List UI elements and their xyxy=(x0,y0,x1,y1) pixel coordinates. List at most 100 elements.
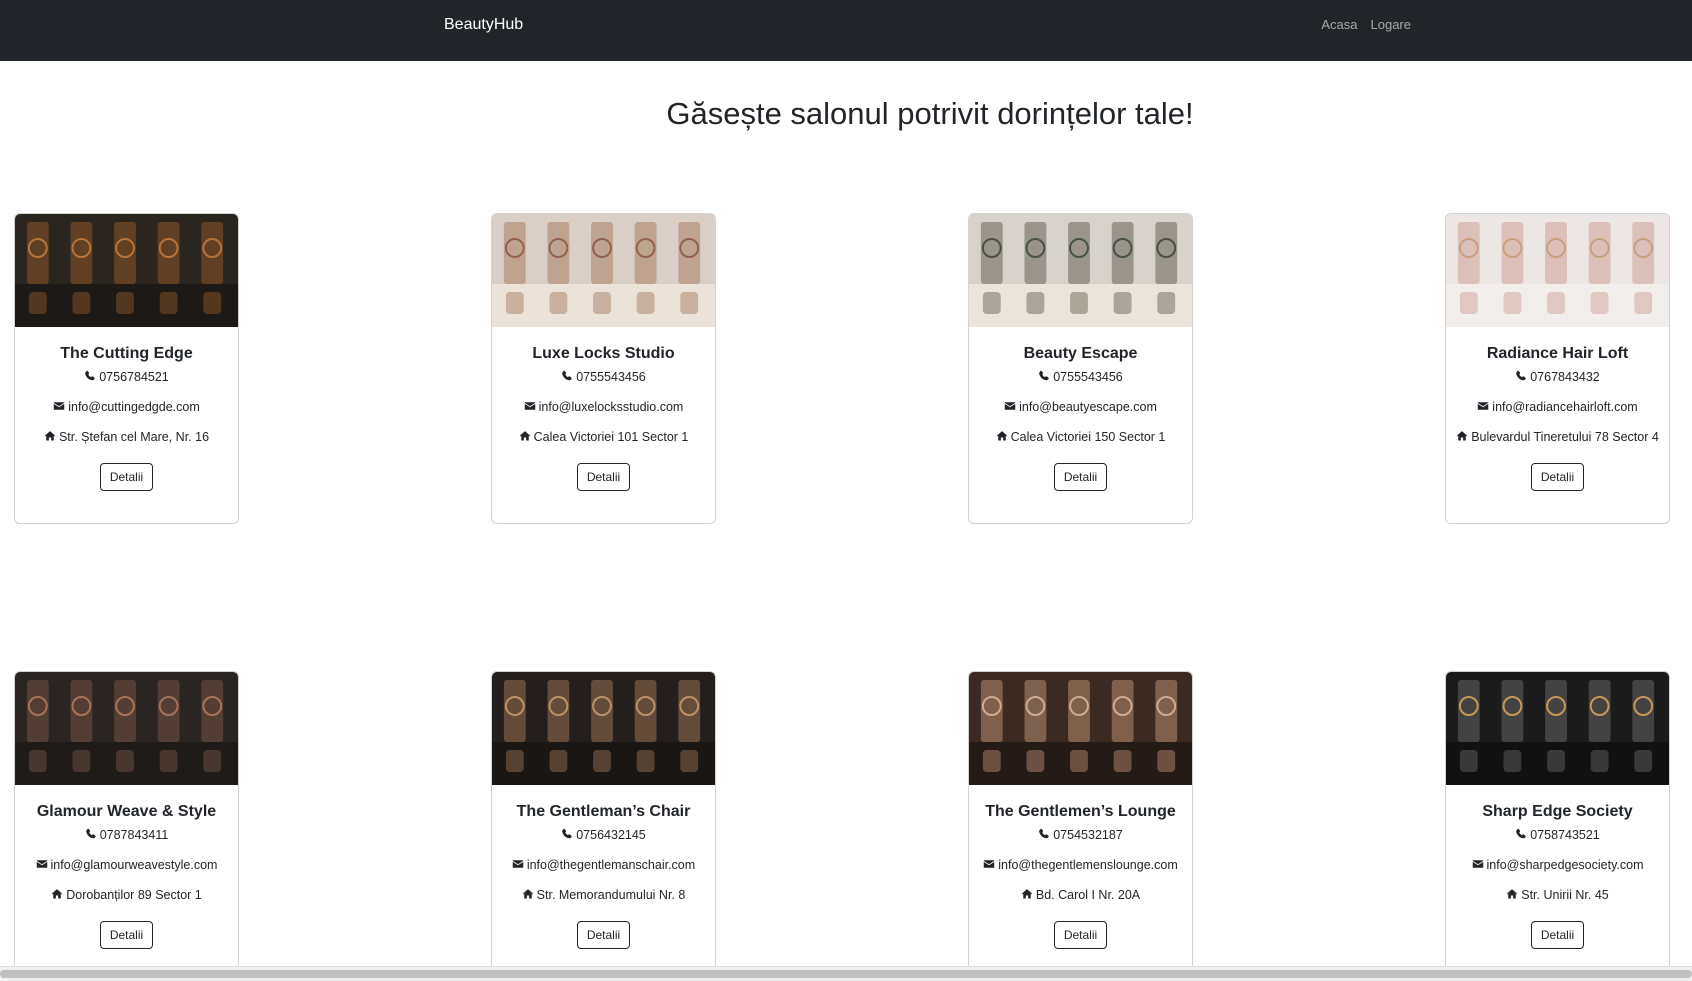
salon-name: Glamour Weave & Style xyxy=(36,803,217,820)
email-address: info@glamourweavestyle.com xyxy=(50,858,218,872)
email-address: info@cuttingedgde.com xyxy=(68,400,200,414)
envelope-icon xyxy=(983,858,995,870)
salon-photo xyxy=(15,214,238,327)
envelope-icon xyxy=(53,400,65,412)
salon-email: info@radiancehairloft.com xyxy=(1456,398,1659,416)
phone-number: 0754532187 xyxy=(1053,828,1123,842)
salon-email: info@thegentlemanschair.com xyxy=(502,856,705,874)
phone-icon xyxy=(1038,370,1050,382)
page-title: Găsește salonul potrivit dorințelor tale… xyxy=(666,96,1194,131)
phone-number: 0755543456 xyxy=(1053,370,1123,384)
home-icon xyxy=(1021,888,1033,900)
envelope-icon xyxy=(524,400,536,412)
navbar: BeautyHub Acasa Logare xyxy=(0,0,1692,61)
email-address: info@thegentlemanschair.com xyxy=(526,858,696,872)
salon-address: Dorobanților 89 Sector 1 xyxy=(25,886,228,904)
salon-phone: 0755543456 xyxy=(502,368,705,386)
phone-number: 0756432145 xyxy=(576,828,646,842)
salon-card: Radiance Hair Loft 0767843432 info@radianc… xyxy=(1445,213,1670,524)
salon-address: Calea Victoriei 101 Sector 1 xyxy=(502,428,705,446)
street-address: Bulevardul Tineretului 78 Sector 4 xyxy=(1471,430,1659,444)
salon-name: The Cutting Edge xyxy=(60,345,193,362)
email-address: info@thegentlemenslounge.com xyxy=(998,858,1178,872)
phone-icon xyxy=(561,828,573,840)
email-address: info@radiancehairloft.com xyxy=(1492,400,1638,414)
street-address: Dorobanților 89 Sector 1 xyxy=(66,888,202,902)
horizontal-scrollbar[interactable] xyxy=(0,966,1692,981)
phone-icon xyxy=(1515,828,1527,840)
salon-name: The Gentlemen’s Lounge xyxy=(985,803,1176,820)
card-body: The Gentlemen’s Lounge 0754532187 info@the… xyxy=(969,785,1192,949)
email-address: info@luxelocksstudio.com xyxy=(538,400,684,414)
home-icon xyxy=(522,888,534,900)
street-address: Bd. Carol I Nr. 20A xyxy=(1035,888,1141,902)
salon-address: Bd. Carol I Nr. 20A xyxy=(979,886,1182,904)
street-address: Str. Memorandumului Nr. 8 xyxy=(536,888,686,902)
salon-phone: 0767843432 xyxy=(1456,368,1659,386)
details-button[interactable]: Detalii xyxy=(1530,463,1585,491)
card-body: Radiance Hair Loft 0767843432 info@radianc… xyxy=(1446,327,1669,491)
salon-email: info@beautyescape.com xyxy=(979,398,1182,416)
home-icon xyxy=(51,888,63,900)
home-icon xyxy=(44,430,56,442)
nav-link-logare[interactable]: Logare xyxy=(1371,17,1411,32)
salon-email: info@sharpedgesociety.com xyxy=(1456,856,1659,874)
salon-email: info@thegentlemenslounge.com xyxy=(979,856,1182,874)
salon-phone: 0754532187 xyxy=(979,826,1182,844)
home-icon xyxy=(1456,430,1468,442)
salon-card: Sharp Edge Society 0758743521 info@sharped… xyxy=(1445,671,1670,981)
details-button[interactable]: Detalii xyxy=(576,463,631,491)
envelope-icon xyxy=(36,858,48,870)
salon-photo xyxy=(1446,214,1669,327)
brand-logo[interactable]: BeautyHub xyxy=(444,16,523,34)
details-button[interactable]: Detalii xyxy=(576,921,631,949)
salon-card: Luxe Locks Studio 0755543456 info@luxelock… xyxy=(491,213,716,524)
salon-email: info@cuttingedgde.com xyxy=(25,398,228,416)
salon-card: Glamour Weave & Style 0787843411 info@glam… xyxy=(14,671,239,981)
salon-photo xyxy=(492,214,715,327)
details-button[interactable]: Detalii xyxy=(99,463,154,491)
salon-email: info@luxelocksstudio.com xyxy=(502,398,705,416)
salon-name: Luxe Locks Studio xyxy=(532,345,675,362)
salon-name: The Gentleman’s Chair xyxy=(516,803,691,820)
card-body: The Cutting Edge 0756784521 info@cuttinged… xyxy=(15,327,238,491)
details-button[interactable]: Detalii xyxy=(99,921,154,949)
salon-name: Radiance Hair Loft xyxy=(1486,345,1629,362)
salon-phone: 0756784521 xyxy=(25,368,228,386)
phone-number: 0755543456 xyxy=(576,370,646,384)
salon-address: Str. Ștefan cel Mare, Nr. 16 xyxy=(25,428,228,446)
salon-card: Beauty Escape 0755543456 info@beautyescape… xyxy=(968,213,1193,524)
street-address: Str. Ștefan cel Mare, Nr. 16 xyxy=(58,430,210,444)
phone-icon xyxy=(85,828,97,840)
home-icon xyxy=(519,430,531,442)
salon-address: Calea Victoriei 150 Sector 1 xyxy=(979,428,1182,446)
street-address: Str. Unirii Nr. 45 xyxy=(1521,888,1609,902)
phone-icon xyxy=(84,370,96,382)
street-address: Calea Victoriei 101 Sector 1 xyxy=(533,430,689,444)
salon-card: The Cutting Edge 0756784521 info@cuttinged… xyxy=(14,213,239,524)
envelope-icon xyxy=(1477,400,1489,412)
card-body: Glamour Weave & Style 0787843411 info@glam… xyxy=(15,785,238,949)
envelope-icon xyxy=(512,858,524,870)
scrollbar-thumb[interactable] xyxy=(0,970,1692,978)
details-button[interactable]: Detalii xyxy=(1053,921,1108,949)
phone-number: 0758743521 xyxy=(1530,828,1600,842)
salon-photo xyxy=(1446,672,1669,785)
salon-photo xyxy=(969,214,1192,327)
envelope-icon xyxy=(1472,858,1484,870)
salon-phone: 0758743521 xyxy=(1456,826,1659,844)
nav-links: Acasa Logare xyxy=(1321,17,1411,32)
phone-number: 0767843432 xyxy=(1530,370,1600,384)
home-icon xyxy=(1506,888,1518,900)
phone-number: 0756784521 xyxy=(99,370,169,384)
email-address: info@beautyescape.com xyxy=(1019,400,1157,414)
salon-phone: 0755543456 xyxy=(979,368,1182,386)
card-body: Luxe Locks Studio 0755543456 info@luxelock… xyxy=(492,327,715,491)
salon-name: Sharp Edge Society xyxy=(1482,803,1633,820)
salon-photo xyxy=(969,672,1192,785)
nav-link-acasa[interactable]: Acasa xyxy=(1321,17,1357,32)
salon-name: Beauty Escape xyxy=(1023,345,1138,362)
details-button[interactable]: Detalii xyxy=(1530,921,1585,949)
salon-address: Bulevardul Tineretului 78 Sector 4 xyxy=(1456,428,1659,446)
details-button[interactable]: Detalii xyxy=(1053,463,1108,491)
